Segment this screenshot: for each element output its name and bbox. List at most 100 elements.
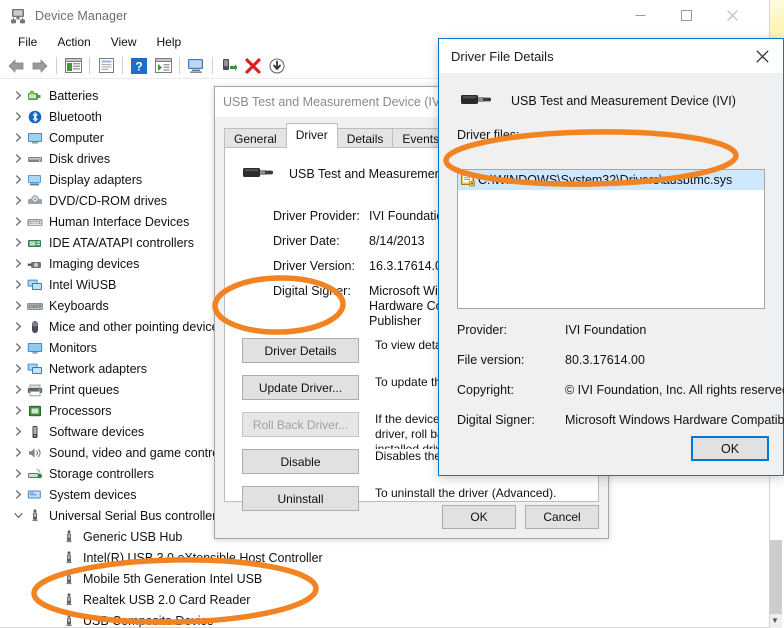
- chevron-right-icon[interactable]: [10, 361, 26, 377]
- network-icon: [26, 361, 44, 377]
- tree-item-usb-composite-device[interactable]: USB Composite Device: [0, 610, 769, 627]
- chevron-right-icon[interactable]: [10, 172, 26, 188]
- window-controls: [617, 0, 755, 31]
- driver-file-device-header: USB Test and Measurement Device (IVI): [439, 73, 783, 114]
- close-icon[interactable]: [741, 39, 783, 73]
- toolbar-separator: [56, 57, 57, 74]
- screen: ▼ Device Manager: [0, 0, 784, 628]
- chevron-right-icon[interactable]: [10, 319, 26, 335]
- chevron-right-icon[interactable]: [10, 193, 26, 209]
- chevron-right-icon[interactable]: [10, 256, 26, 272]
- tree-item-label: IDE ATA/ATAPI controllers: [49, 236, 194, 250]
- uninstall-device-button[interactable]: Uninstall: [242, 486, 359, 511]
- chevron-right-icon[interactable]: [10, 298, 26, 314]
- update-driver-icon[interactable]: [184, 55, 208, 77]
- tree-item-mobile-5th-generation-intel-usb[interactable]: Mobile 5th Generation Intel USB: [0, 568, 769, 589]
- tree-item-label: Print queues: [49, 383, 119, 397]
- scan-for-hardware-changes-icon[interactable]: [151, 55, 175, 77]
- usb-connector-icon: [239, 160, 275, 187]
- chevron-right-icon[interactable]: [10, 340, 26, 356]
- digital-signer-value: Microsoft Windows Hardware Compatibility: [565, 413, 784, 427]
- driver-file-icon: [461, 173, 478, 188]
- chevron-right-icon[interactable]: [10, 403, 26, 419]
- tree-item-label: Realtek USB 2.0 Card Reader: [83, 593, 250, 607]
- tree-spacer: [44, 571, 60, 587]
- chevron-right-icon[interactable]: [10, 424, 26, 440]
- uninstall-device-icon[interactable]: [241, 55, 265, 77]
- chevron-right-icon[interactable]: [10, 130, 26, 146]
- usb-icon: [60, 529, 78, 545]
- chevron-right-icon[interactable]: [10, 382, 26, 398]
- disable-device-icon[interactable]: [265, 55, 289, 77]
- chevron-right-icon[interactable]: [10, 487, 26, 503]
- tree-item-label: Processors: [49, 404, 112, 418]
- background-scrollbar-down-button[interactable]: ▼: [768, 614, 782, 628]
- properties-cancel-button[interactable]: Cancel: [525, 505, 599, 529]
- chevron-right-icon[interactable]: [10, 277, 26, 293]
- help-icon[interactable]: ?: [127, 55, 151, 77]
- tree-item-label: Network adapters: [49, 362, 147, 376]
- monitor-icon: [26, 340, 44, 356]
- menu-item-action[interactable]: Action: [47, 33, 100, 51]
- toolbar-separator: [122, 57, 123, 74]
- chevron-right-icon[interactable]: [10, 445, 26, 461]
- file-version-label: File version:: [457, 353, 565, 367]
- chevron-right-icon[interactable]: [10, 109, 26, 125]
- forward-arrow-icon[interactable]: [28, 55, 52, 77]
- chevron-right-icon[interactable]: [10, 235, 26, 251]
- usb-icon: [26, 508, 44, 524]
- system-device-icon: [26, 487, 44, 503]
- driver-file-list-item[interactable]: C:\WINDOWS\System32\Drivers\ausbtmc.sys: [458, 170, 764, 190]
- tree-item-label: Display adapters: [49, 173, 142, 187]
- tree-item-intel-r-usb-3-0-extensible-host-controller[interactable]: Intel(R) USB 3.0 eXtensible Host Control…: [0, 547, 769, 568]
- tree-item-realtek-usb-2-0-card-reader[interactable]: Realtek USB 2.0 Card Reader: [0, 589, 769, 610]
- maximize-icon[interactable]: [663, 0, 709, 31]
- tree-item-label: Intel WiUSB: [49, 278, 116, 292]
- digital-signer-label: Digital Signer:: [457, 413, 565, 427]
- menu-item-view[interactable]: View: [101, 33, 147, 51]
- close-icon[interactable]: [709, 0, 755, 31]
- tree-item-label: System devices: [49, 488, 137, 502]
- show-hide-console-tree-icon[interactable]: [61, 55, 85, 77]
- chevron-right-icon[interactable]: [10, 466, 26, 482]
- dvd-drive-icon: [26, 193, 44, 209]
- usb-icon: [60, 592, 78, 608]
- back-arrow-icon[interactable]: [4, 55, 28, 77]
- tree-spacer: [44, 592, 60, 608]
- provider-row: Provider: IVI Foundation: [457, 323, 771, 337]
- keyboard-icon: [26, 298, 44, 314]
- properties-tab-strip: General Driver Details Events: [224, 126, 448, 148]
- properties-icon[interactable]: [94, 55, 118, 77]
- tree-item-label: Keyboards: [49, 299, 109, 313]
- chevron-right-icon[interactable]: [10, 214, 26, 230]
- printer-icon: [26, 382, 44, 398]
- update-driver-button[interactable]: Update Driver...: [242, 375, 359, 400]
- copyright-row: Copyright: © IVI Foundation, Inc. All ri…: [457, 383, 771, 397]
- driver-files-list[interactable]: C:\WINDOWS\System32\Drivers\ausbtmc.sys: [457, 169, 765, 309]
- menu-item-file[interactable]: File: [8, 33, 47, 51]
- enable-device-icon[interactable]: [217, 55, 241, 77]
- mouse-icon: [26, 319, 44, 335]
- disable-device-button[interactable]: Disable: [242, 449, 359, 474]
- toolbar-separator: [179, 57, 180, 74]
- window-title: Device Manager: [35, 9, 127, 23]
- menu-item-help[interactable]: Help: [147, 33, 192, 51]
- tab-driver[interactable]: Driver: [286, 123, 338, 148]
- toolbar-separator: [212, 57, 213, 74]
- properties-ok-button[interactable]: OK: [442, 505, 516, 529]
- title-bar: Device Manager: [0, 0, 769, 31]
- tree-item-label: Generic USB Hub: [83, 530, 182, 544]
- software-device-icon: [26, 424, 44, 440]
- driver-provider-label: Driver Provider:: [273, 209, 369, 224]
- driver-details-button[interactable]: Driver Details: [242, 338, 359, 363]
- minimize-icon[interactable]: [617, 0, 663, 31]
- tree-item-label: Storage controllers: [49, 467, 154, 481]
- driver-file-details-ok-button[interactable]: OK: [691, 436, 769, 461]
- tree-item-label: Bluetooth: [49, 110, 102, 124]
- driver-file-details-dialog: Driver File Details USB Test and Measure…: [438, 38, 784, 476]
- driver-version-label: Driver Version:: [273, 259, 369, 274]
- driver-date-label: Driver Date:: [273, 234, 369, 249]
- chevron-right-icon[interactable]: [10, 151, 26, 167]
- chevron-right-icon[interactable]: [10, 88, 26, 104]
- chevron-down-icon[interactable]: [10, 508, 26, 524]
